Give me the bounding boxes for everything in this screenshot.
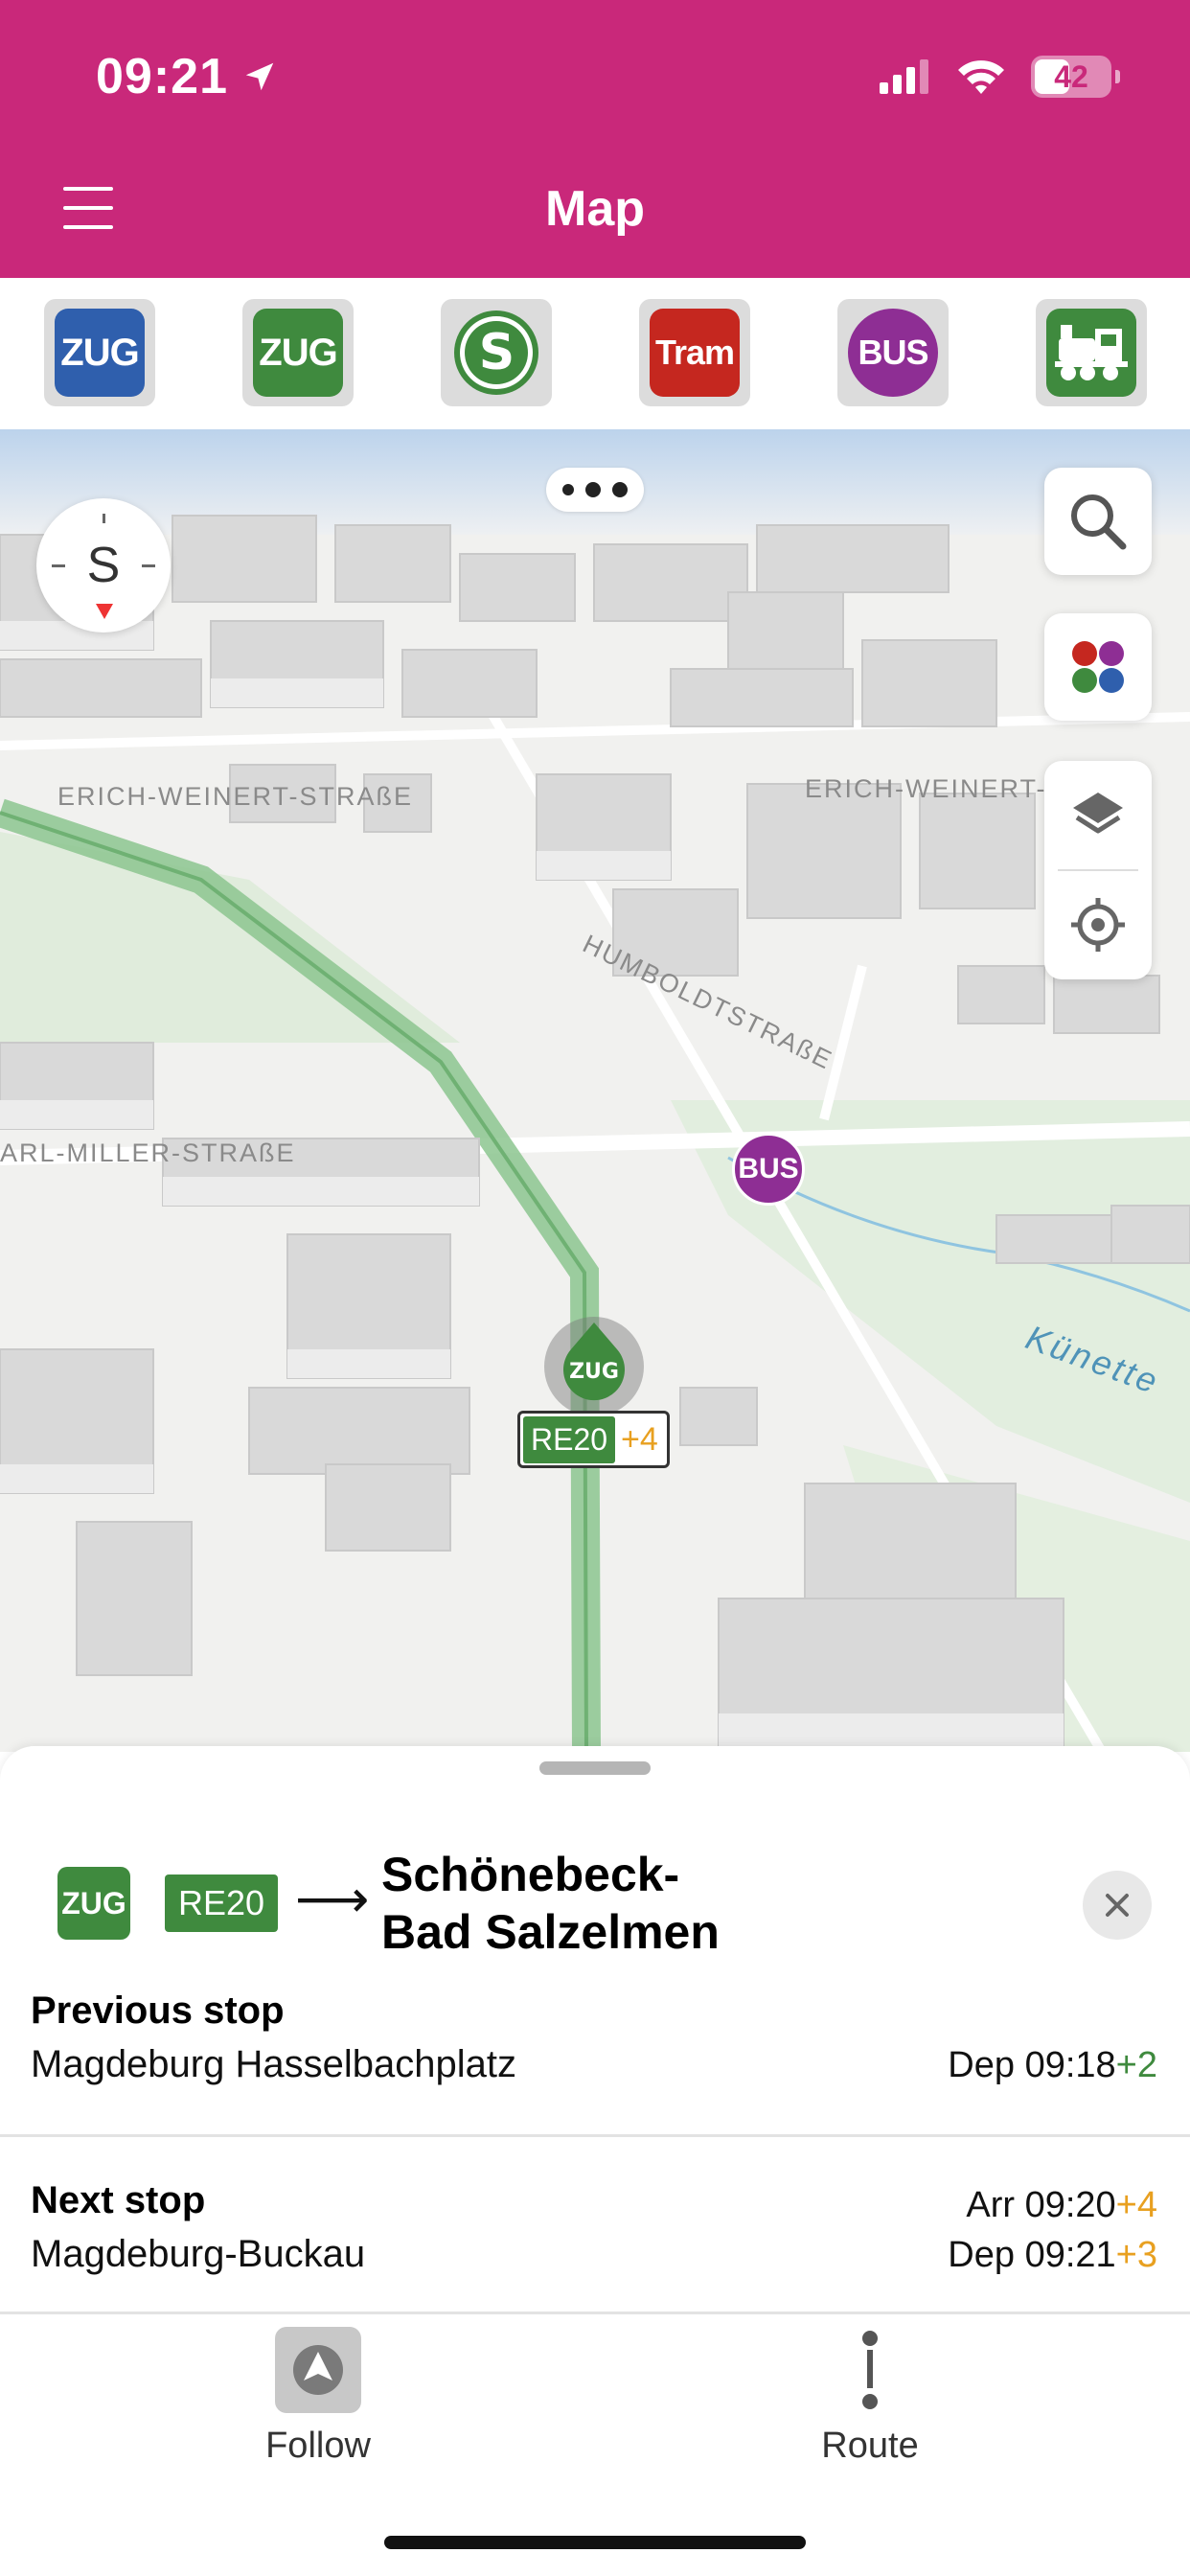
close-icon (1106, 1894, 1129, 1917)
tab-route-label: Route (821, 2426, 919, 2466)
map-controls-group (1044, 761, 1152, 979)
locate-me-button[interactable] (1044, 870, 1152, 979)
battery-level: 42 (1054, 58, 1088, 94)
search-icon (1071, 494, 1127, 550)
status-time-text: 09:21 (96, 49, 228, 104)
journey-header: ZUG RE20 ⟶ Schönebeck- Bad Salzelmen (57, 1796, 1152, 1959)
mode-chip: ZUG (57, 1867, 130, 1940)
filter-zug-regional[interactable]: ZUG (44, 299, 155, 406)
battery-indicator: 42 (1031, 56, 1120, 98)
s-bahn-icon: S (451, 309, 541, 397)
dot-icon (562, 484, 574, 495)
compass-heading: S (86, 538, 121, 593)
direction-arrow-icon: ⟶ (295, 1871, 370, 1928)
steam-train-icon (1046, 309, 1136, 397)
previous-stop-departure: Dep 09:18+2 (948, 2045, 1157, 2085)
map-view[interactable]: ERICH-WEINERT-STRAßE ERICH-WEINERT- HUMB… (0, 429, 1190, 1752)
transport-filter-bar: ZUG ZUG S Tram BUS (0, 278, 1190, 429)
filter-chip: ZUG (55, 309, 145, 397)
street-label: ERICH-WEINERT- (805, 774, 1047, 803)
layers-button[interactable] (1044, 761, 1152, 870)
tab-route[interactable]: Route (726, 2327, 1014, 2467)
locate-icon (1071, 898, 1125, 952)
compass-needle-icon (96, 604, 113, 619)
filter-chip: BUS (848, 309, 938, 397)
map-canvas (0, 429, 1190, 1752)
tab-follow[interactable]: Follow (174, 2327, 462, 2467)
cellular-signal-icon (880, 59, 928, 94)
filter-chip: Tram (650, 309, 740, 397)
street-label: ARL-MILLER-STRAßE (0, 1138, 296, 1167)
compass-button[interactable]: S (36, 498, 171, 632)
filter-historic-train[interactable] (1036, 299, 1147, 406)
previous-stop-title: Previous stop (31, 1990, 285, 2032)
previous-stop-name: Magdeburg Hasselbachplatz (31, 2043, 516, 2085)
search-button[interactable] (1044, 468, 1152, 575)
street-label: ERICH-WEINERT-STRAßE (57, 782, 414, 811)
filter-chip: ZUG (253, 309, 343, 397)
next-stop-departure: Dep 09:21+3 (948, 2235, 1157, 2275)
location-arrow-icon (245, 62, 274, 91)
status-time: 09:21 (96, 48, 278, 105)
layers-icon (1073, 793, 1123, 834)
train-marker-chip: ZUG (569, 1360, 619, 1384)
next-stop-row[interactable]: Next stop Magdeburg-Buckau Arr 09:20+4 D… (0, 2179, 1190, 2323)
filter-zug-local[interactable]: ZUG (242, 299, 354, 406)
delay: +4 (1115, 2185, 1157, 2225)
next-stop-arrival: Arr 09:20+4 (966, 2185, 1157, 2225)
filter-bus[interactable]: BUS (837, 299, 949, 406)
follow-icon (275, 2327, 361, 2413)
home-indicator[interactable] (384, 2536, 806, 2549)
bus-stop-marker[interactable]: BUS (732, 1133, 805, 1206)
s-bahn-letter: S (479, 324, 514, 381)
more-options-button[interactable] (546, 468, 644, 512)
destination-line1: Schönebeck- (381, 1848, 680, 1901)
tab-follow-label: Follow (265, 2426, 371, 2466)
delay: +3 (1115, 2235, 1157, 2275)
train-marker-icon: ZUG (544, 1317, 644, 1416)
next-stop-title: Next stop (31, 2179, 206, 2221)
train-delay: +4 (621, 1420, 658, 1458)
filter-tram[interactable]: Tram (639, 299, 750, 406)
wifi-icon (958, 60, 1004, 94)
status-indicators: 42 (880, 56, 1120, 98)
line-chip: RE20 (165, 1874, 279, 1932)
previous-stop-row[interactable]: Previous stop Magdeburg Hasselbachplatz … (0, 1990, 1190, 2172)
train-line: RE20 (523, 1415, 616, 1463)
filter-s-bahn[interactable]: S (441, 299, 552, 406)
close-button[interactable] (1083, 1871, 1152, 1940)
filter-colors-button[interactable] (1044, 613, 1152, 721)
destination: Schönebeck- Bad Salzelmen (381, 1846, 956, 1961)
app-header: 09:21 42 Map (0, 0, 1190, 278)
color-dots-icon (1072, 641, 1124, 693)
next-stop-name: Magdeburg-Buckau (31, 2233, 366, 2275)
page-title: Map (545, 181, 645, 237)
train-line-label: RE20 +4 (517, 1411, 670, 1468)
sheet-grabber[interactable] (539, 1761, 651, 1775)
train-position-marker[interactable]: ZUG (542, 1315, 646, 1418)
route-icon (862, 2331, 878, 2409)
delay: +2 (1115, 2045, 1157, 2085)
destination-line2: Bad Salzelmen (381, 1905, 720, 1959)
